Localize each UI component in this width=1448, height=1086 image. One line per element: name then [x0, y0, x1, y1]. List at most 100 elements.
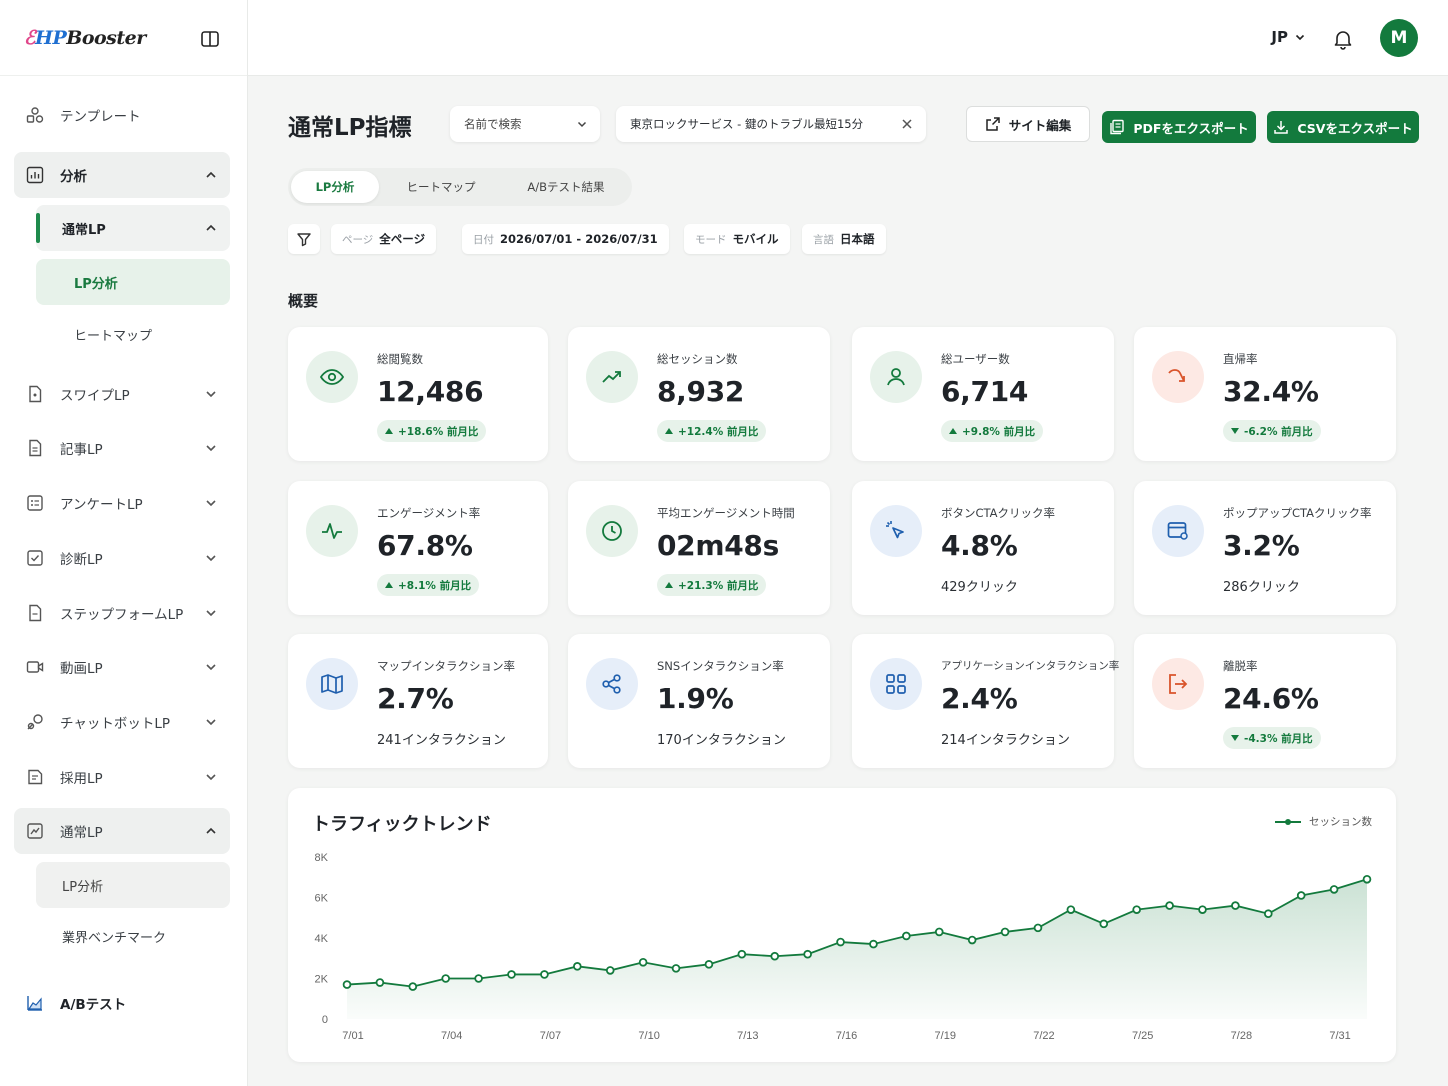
sidebar-subitem-label: ヒートマップ	[74, 328, 153, 344]
sidebar-item-label: A/Bテスト	[60, 997, 127, 1013]
data-point[interactable]	[704, 960, 714, 969]
data-point[interactable]	[638, 958, 648, 967]
data-point[interactable]	[836, 937, 845, 947]
data-point[interactable]	[770, 951, 780, 961]
data-point[interactable]	[1231, 901, 1240, 910]
sidebar-subitem-normal-lp[interactable]: 通常LP	[36, 205, 230, 251]
avatar[interactable]: M	[1380, 19, 1418, 57]
sidebar-subitem-lp-analysis[interactable]: LP分析	[36, 259, 230, 305]
data-point[interactable]	[1329, 885, 1339, 894]
sidebar-item-chatbot-lp[interactable]: チャットボットLP	[14, 699, 230, 745]
metric-card-button-cta-rate[interactable]: ボタンCTAクリック率 4.8% 429クリック	[852, 481, 1114, 615]
metric-card-popup-cta-rate[interactable]: ポップアップCTAクリック率 3.2% 286クリック	[1134, 481, 1396, 615]
data-point[interactable]	[671, 964, 681, 973]
app-logo[interactable]: ℰHPBooster	[24, 27, 146, 49]
sidebar-subitem-lp-analysis-2[interactable]: LP分析	[36, 862, 230, 908]
data-point[interactable]	[1033, 923, 1043, 933]
data-point[interactable]	[1066, 905, 1076, 914]
data-point[interactable]	[869, 939, 878, 949]
metric-label: 総閲覧数	[377, 352, 423, 366]
chevron-down-icon	[204, 496, 218, 510]
sidebar-item-analysis[interactable]: 分析	[14, 152, 230, 198]
data-point[interactable]	[1099, 919, 1109, 929]
metric-card-sns-interaction[interactable]: SNSインタラクション率 1.9% 170インタラクション	[568, 634, 830, 768]
bounce-icon	[1152, 351, 1204, 403]
notification-bell-icon[interactable]	[1332, 28, 1354, 50]
sidebar-subitem-industry-benchmark[interactable]: 業界ベンチマーク	[36, 913, 230, 959]
x-tick-label: 7/31	[1329, 1030, 1350, 1042]
data-point[interactable]	[540, 970, 549, 979]
filter-chip-page[interactable]: ページ 全ページ	[331, 224, 437, 254]
data-point[interactable]	[1362, 874, 1372, 884]
tab-heatmap[interactable]: ヒートマップ	[379, 171, 503, 203]
sidebar-item-normal-lp[interactable]: 通常LP	[14, 808, 230, 854]
metric-delta-text: +18.6% 前月比	[398, 425, 479, 438]
data-point[interactable]	[737, 949, 747, 959]
selected-page-field[interactable]: 東京ロックサービス - 鍵のトラブル最短15分	[616, 106, 926, 142]
metric-card-total-users[interactable]: 総ユーザー数 6,714 +9.8% 前月比	[852, 327, 1114, 461]
page-title: 通常LP指標	[288, 115, 412, 141]
metric-value: 1.9%	[657, 682, 734, 715]
data-point[interactable]	[1263, 909, 1273, 918]
bar-chart-icon	[26, 166, 44, 184]
sidebar-item-ab-test[interactable]: A/Bテスト	[14, 980, 230, 1026]
data-point[interactable]	[1198, 905, 1207, 914]
metric-card-map-interaction[interactable]: マップインタラクション率 2.7% 241インタラクション	[288, 634, 548, 768]
metric-card-total-views[interactable]: 総閲覧数 12,486 +18.6% 前月比	[288, 327, 548, 461]
sidebar-item-recruit-lp[interactable]: 採用LP	[14, 754, 230, 800]
data-point[interactable]	[474, 974, 483, 983]
export-pdf-button[interactable]: PDFをエクスポート	[1102, 111, 1256, 143]
sidebar-item-label: アンケートLP	[60, 497, 143, 513]
metric-card-exit-rate[interactable]: 離脱率 24.6% -4.3% 前月比	[1134, 634, 1396, 768]
sidebar-toggle-icon[interactable]	[200, 29, 220, 49]
data-point[interactable]	[1132, 905, 1141, 914]
chart-title: トラフィックトレンド	[312, 814, 492, 835]
sidebar-item-diagnosis-lp[interactable]: 診断LP	[14, 535, 230, 581]
data-point[interactable]	[342, 980, 352, 989]
data-point[interactable]	[408, 982, 418, 991]
metric-card-total-sessions[interactable]: 総セッション数 8,932 +12.4% 前月比	[568, 327, 830, 461]
sidebar-item-template[interactable]: テンプレート	[14, 92, 230, 138]
filter-button[interactable]	[288, 224, 320, 254]
data-point[interactable]	[1165, 901, 1174, 910]
sidebar-item-label: 採用LP	[60, 771, 103, 787]
data-point[interactable]	[507, 970, 516, 979]
x-tick-label: 7/25	[1132, 1030, 1153, 1042]
data-point[interactable]	[967, 935, 977, 945]
metric-card-avg-engagement-time[interactable]: 平均エンゲージメント時間 02m48s +21.3% 前月比	[568, 481, 830, 615]
filter-chip-language[interactable]: 言語 日本語	[802, 224, 886, 254]
data-point[interactable]	[441, 974, 451, 983]
y-tick-label: 0	[322, 1014, 328, 1026]
tab-ab-test-results[interactable]: A/Bテスト結果	[503, 171, 629, 203]
data-point[interactable]	[375, 978, 385, 987]
edit-site-button[interactable]: サイト編集	[966, 106, 1090, 142]
metric-card-engagement-rate[interactable]: エンゲージメント率 67.8% +8.1% 前月比	[288, 481, 548, 615]
top-bar: JP M	[248, 0, 1448, 76]
export-csv-button[interactable]: CSVをエクスポート	[1267, 111, 1419, 143]
search-by-name-select[interactable]: 名前で検索	[450, 106, 600, 142]
data-point[interactable]	[803, 949, 812, 959]
sidebar-item-survey-lp[interactable]: アンケートLP	[14, 480, 230, 526]
data-point[interactable]	[573, 962, 582, 971]
metric-value: 3.2%	[1223, 529, 1300, 562]
data-point[interactable]	[902, 931, 911, 941]
metric-label: SNSインタラクション率	[657, 659, 784, 673]
sidebar-item-stepform-lp[interactable]: ステップフォームLP	[14, 590, 230, 636]
sidebar-subitem-heatmap[interactable]: ヒートマップ	[36, 311, 230, 357]
data-point[interactable]	[1000, 927, 1010, 937]
data-point[interactable]	[1296, 891, 1306, 900]
metric-delta-badge: +21.3% 前月比	[657, 574, 767, 596]
sidebar-item-article-lp[interactable]: 記事LP	[14, 425, 230, 471]
chart-legend[interactable]: セッション数	[1275, 814, 1372, 829]
metric-card-bounce-rate[interactable]: 直帰率 32.4% -6.2% 前月比	[1134, 327, 1396, 461]
language-selector[interactable]: JP	[1271, 28, 1306, 46]
data-point[interactable]	[934, 927, 944, 937]
tab-lp-analysis[interactable]: LP分析	[291, 171, 379, 203]
sidebar-item-swipe-lp[interactable]: スワイプLP	[14, 371, 230, 417]
close-icon[interactable]	[900, 117, 914, 131]
data-point[interactable]	[605, 966, 615, 975]
sidebar-item-video-lp[interactable]: 動画LP	[14, 644, 230, 690]
metric-card-app-interaction[interactable]: アプリケーションインタラクション率 2.4% 214インタラクション	[852, 634, 1119, 768]
filter-chip-date[interactable]: 日付 2026/07/01 - 2026/07/31	[462, 224, 669, 254]
filter-chip-mode[interactable]: モード モバイル	[684, 224, 790, 254]
